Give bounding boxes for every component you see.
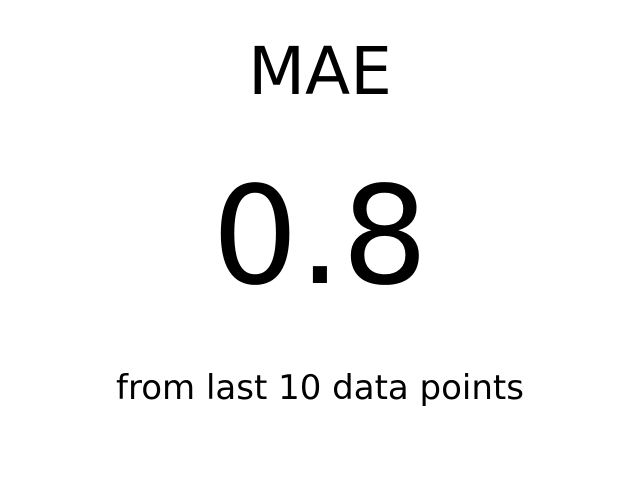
metric-title: MAE [248,33,392,110]
metric-card: MAE 0.8 from last 10 data points [0,0,640,480]
metric-caption: from last 10 data points [116,368,524,408]
metric-value: 0.8 [211,158,429,316]
